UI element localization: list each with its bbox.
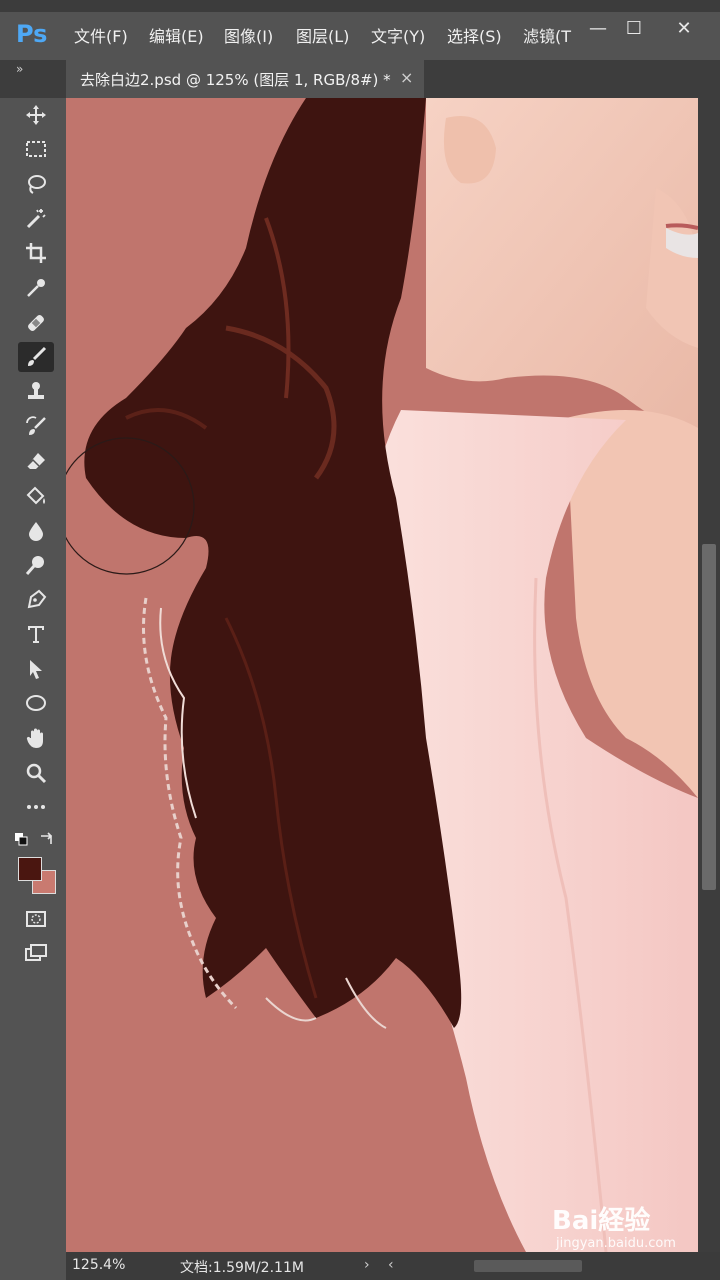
history-brush-icon (26, 416, 46, 435)
marquee-tool[interactable] (18, 134, 54, 164)
tools-panel (0, 98, 66, 1248)
menu-select[interactable]: 选择(S) (447, 24, 502, 50)
quick-mask-icon (26, 911, 46, 927)
baidu-watermark: Bai経验 (552, 1206, 651, 1236)
lasso-tool[interactable] (18, 169, 54, 199)
close-window-button[interactable]: ✕ (666, 16, 702, 42)
stamp-icon (28, 382, 44, 399)
path-selection-tool[interactable] (18, 654, 54, 684)
clone-stamp-tool[interactable] (18, 377, 54, 407)
minimize-button[interactable]: — (580, 16, 616, 42)
close-tab-icon[interactable]: × (400, 68, 413, 87)
lasso-icon (28, 175, 46, 194)
menu-edit[interactable]: 编辑(E) (149, 24, 204, 50)
dodge-tool[interactable] (18, 550, 54, 580)
quick-mask-button[interactable] (18, 904, 54, 934)
move-tool[interactable] (18, 100, 54, 130)
bandage-icon (28, 315, 44, 331)
eyedropper-tool[interactable] (18, 273, 54, 303)
menu-bar: Ps 文件(F) 编辑(E) 图像(I) 图层(L) 文字(Y) 选择(S) 滤… (0, 0, 720, 60)
eyedropper-icon (27, 279, 45, 297)
scroll-left-icon[interactable]: ‹ (388, 1257, 394, 1273)
eraser-tool[interactable] (18, 446, 54, 476)
vertical-scroll-thumb[interactable] (702, 544, 716, 890)
vertical-scrollbar[interactable] (698, 98, 720, 1252)
paint-bucket-tool[interactable] (18, 481, 54, 511)
document-tab-bar: » 去除白边2.psd @ 125% (图层 1, RGB/8#) * × (0, 60, 720, 98)
healing-brush-tool[interactable] (18, 308, 54, 338)
baidu-watermark-url: jingyan.baidu.com (556, 1236, 676, 1251)
swap-colors-icon[interactable] (38, 830, 56, 848)
crop-icon (26, 243, 46, 263)
menu-file[interactable]: 文件(F) (74, 24, 128, 50)
horizontal-scroll-thumb[interactable] (474, 1260, 582, 1272)
brush-tool[interactable] (18, 342, 54, 372)
foreground-color-swatch[interactable] (18, 857, 42, 881)
pen-icon (27, 589, 47, 609)
arrow-icon (30, 660, 42, 679)
type-tool[interactable] (18, 619, 54, 649)
ellipsis-icon (27, 805, 45, 809)
ellipse-tool[interactable] (18, 688, 54, 718)
dodge-icon (25, 556, 44, 575)
zoom-level[interactable]: 125.4% (72, 1257, 125, 1273)
title-strip (0, 0, 720, 12)
document-tab-title: 去除白边2.psd @ 125% (图层 1, RGB/8#) * (80, 71, 391, 89)
default-colors-icon[interactable] (14, 832, 30, 848)
collapse-panel-icon[interactable]: » (16, 62, 23, 76)
menu-image[interactable]: 图像(I) (224, 24, 273, 50)
move-icon (26, 105, 46, 125)
drop-icon (29, 522, 43, 541)
ellipse-icon (26, 695, 46, 711)
zoom-tool[interactable] (18, 758, 54, 788)
document-size: 文档:1.59M/2.11M (180, 1260, 304, 1276)
magic-wand-tool[interactable] (18, 204, 54, 234)
history-brush-tool[interactable] (18, 412, 54, 442)
menu-filter[interactable]: 滤镜(T (523, 24, 571, 50)
menu-type[interactable]: 文字(Y) (371, 24, 425, 50)
more-tools[interactable] (18, 792, 54, 822)
status-bar: 125.4% 文档:1.59M/2.11M › ‹ (66, 1252, 720, 1280)
hand-icon (26, 728, 43, 748)
screen-mode-button[interactable] (18, 938, 54, 968)
photo-artwork (66, 98, 698, 1252)
zoom-icon (26, 763, 47, 784)
hand-tool[interactable] (18, 723, 54, 753)
maximize-button[interactable]: ☐ (616, 16, 652, 42)
status-expand-icon[interactable]: › (364, 1257, 370, 1273)
brush-icon (28, 346, 47, 366)
crop-tool[interactable] (18, 238, 54, 268)
document-tab[interactable]: 去除白边2.psd @ 125% (图层 1, RGB/8#) * × (66, 60, 424, 98)
type-icon (28, 626, 44, 643)
menu-layer[interactable]: 图层(L) (296, 24, 349, 50)
blur-tool[interactable] (18, 516, 54, 546)
eraser-icon (26, 453, 45, 469)
rect-marquee-icon (26, 141, 46, 157)
magic-wand-icon (26, 209, 46, 229)
photoshop-logo: Ps (16, 20, 48, 48)
screen-mode-icon (25, 944, 47, 961)
paint-bucket-icon (26, 486, 45, 505)
document-canvas[interactable] (66, 98, 698, 1252)
pen-tool[interactable] (18, 585, 54, 615)
